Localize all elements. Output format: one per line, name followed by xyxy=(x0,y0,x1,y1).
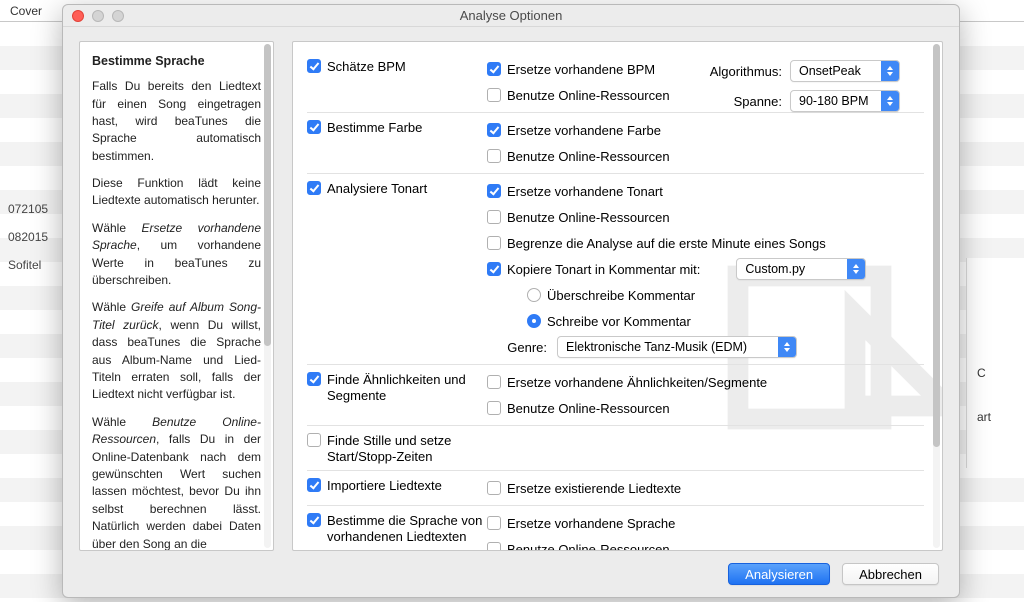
section-language: Bestimme die Sprache von vorhandenen Lie… xyxy=(307,506,924,550)
key-genre-select[interactable]: Elektronische Tanz-Musik (EDM) xyxy=(557,336,797,358)
lang-label: Bestimme die Sprache von vorhandenen Lie… xyxy=(327,513,487,544)
chevron-updown-icon xyxy=(885,94,895,108)
bpm-label: Schätze BPM xyxy=(327,59,406,75)
main-scrollbar[interactable] xyxy=(933,44,940,548)
sidebar-scroll-thumb[interactable] xyxy=(264,44,271,346)
minimize-icon xyxy=(92,10,104,22)
help-p3: Wähle Ersetze vorhandene Sprache, um vor… xyxy=(92,220,261,290)
lang-online-checkbox[interactable] xyxy=(487,542,501,550)
lang-enable-checkbox[interactable] xyxy=(307,513,321,527)
window-controls xyxy=(63,10,124,22)
key-genre-label: Genre: xyxy=(487,340,547,355)
chevron-updown-icon xyxy=(851,262,861,276)
key-copy-checkbox[interactable] xyxy=(487,262,501,276)
help-p5: Wähle Benutze Online-Ressourcen, falls D… xyxy=(92,414,261,551)
key-label: Analysiere Tonart xyxy=(327,181,427,197)
key-replace-checkbox[interactable] xyxy=(487,184,501,198)
lyrics-enable-checkbox[interactable] xyxy=(307,478,321,492)
bpm-algo-select[interactable]: OnsetPeak xyxy=(790,60,900,82)
bpm-replace-checkbox[interactable] xyxy=(487,62,501,76)
help-p2: Diese Funktion lädt keine Liedtexte auto… xyxy=(92,175,261,210)
zoom-icon xyxy=(112,10,124,22)
lyrics-replace-checkbox[interactable] xyxy=(487,481,501,495)
chevron-updown-icon xyxy=(885,64,895,78)
bpm-range-select[interactable]: 90-180 BPM xyxy=(790,90,900,112)
color-online-checkbox[interactable] xyxy=(487,149,501,163)
window-title: Analyse Optionen xyxy=(63,8,959,23)
section-color: Bestimme Farbe Ersetze vorhandene Farbe … xyxy=(307,113,924,174)
close-icon[interactable] xyxy=(72,10,84,22)
silence-label: Finde Stille und setze Start/Stopp-Zeite… xyxy=(327,433,487,464)
key-renderer-select[interactable]: Custom.py xyxy=(736,258,866,280)
main-scroll-thumb[interactable] xyxy=(933,44,940,447)
key-online-checkbox[interactable] xyxy=(487,210,501,224)
key-overwrite-radio[interactable] xyxy=(527,288,541,302)
color-enable-checkbox[interactable] xyxy=(307,120,321,134)
section-lyrics: Importiere Liedtexte Ersetze existierend… xyxy=(307,471,924,506)
color-replace-checkbox[interactable] xyxy=(487,123,501,137)
bpm-algo-label: Algorithmus: xyxy=(710,64,782,79)
lang-replace-checkbox[interactable] xyxy=(487,516,501,530)
help-sidebar: Bestimme Sprache Falls Du bereits den Li… xyxy=(79,41,274,551)
bpm-range-label: Spanne: xyxy=(734,94,782,109)
key-prepend-radio[interactable] xyxy=(527,314,541,328)
section-similarity: Finde Ähnlichkeiten und Segmente Ersetze… xyxy=(307,365,924,426)
help-p1: Falls Du bereits den Liedtext für einen … xyxy=(92,78,261,165)
help-p4: Wähle Greife auf Album Song-Titel zurück… xyxy=(92,299,261,403)
bpm-online-checkbox[interactable] xyxy=(487,88,501,102)
sim-replace-checkbox[interactable] xyxy=(487,375,501,389)
help-title: Bestimme Sprache xyxy=(92,52,261,70)
sim-online-checkbox[interactable] xyxy=(487,401,501,415)
titlebar: Analyse Optionen xyxy=(63,5,959,27)
cancel-button[interactable]: Abbrechen xyxy=(842,563,939,585)
key-limit-checkbox[interactable] xyxy=(487,236,501,250)
bg-left-values: 072105 082015 Sofitel xyxy=(8,195,48,279)
sidebar-scrollbar[interactable] xyxy=(264,44,271,548)
analyse-options-dialog: Analyse Optionen Bestimme Sprache Falls … xyxy=(62,4,960,598)
dialog-footer: Analysieren Abbrechen xyxy=(63,557,959,597)
options-panel: Schätze BPM Ersetze vorhandene BPM Benut… xyxy=(292,41,943,551)
bpm-enable-checkbox[interactable] xyxy=(307,59,321,73)
bg-right-col: C art xyxy=(966,258,1024,468)
bpm-online-label: Benutze Online-Ressourcen xyxy=(507,88,670,103)
bpm-replace-label: Ersetze vorhandene BPM xyxy=(507,62,655,77)
lyrics-label: Importiere Liedtexte xyxy=(327,478,442,494)
sim-enable-checkbox[interactable] xyxy=(307,372,321,386)
analyze-button[interactable]: Analysieren xyxy=(728,563,830,585)
section-key: Analysiere Tonart Ersetze vorhandene Ton… xyxy=(307,174,924,365)
key-enable-checkbox[interactable] xyxy=(307,181,321,195)
sim-label: Finde Ähnlichkeiten und Segmente xyxy=(327,372,487,403)
silence-enable-checkbox[interactable] xyxy=(307,433,321,447)
color-label: Bestimme Farbe xyxy=(327,120,422,136)
section-bpm: Schätze BPM Ersetze vorhandene BPM Benut… xyxy=(307,52,924,113)
section-silence: Finde Stille und setze Start/Stopp-Zeite… xyxy=(307,426,924,471)
chevron-updown-icon xyxy=(782,340,792,354)
